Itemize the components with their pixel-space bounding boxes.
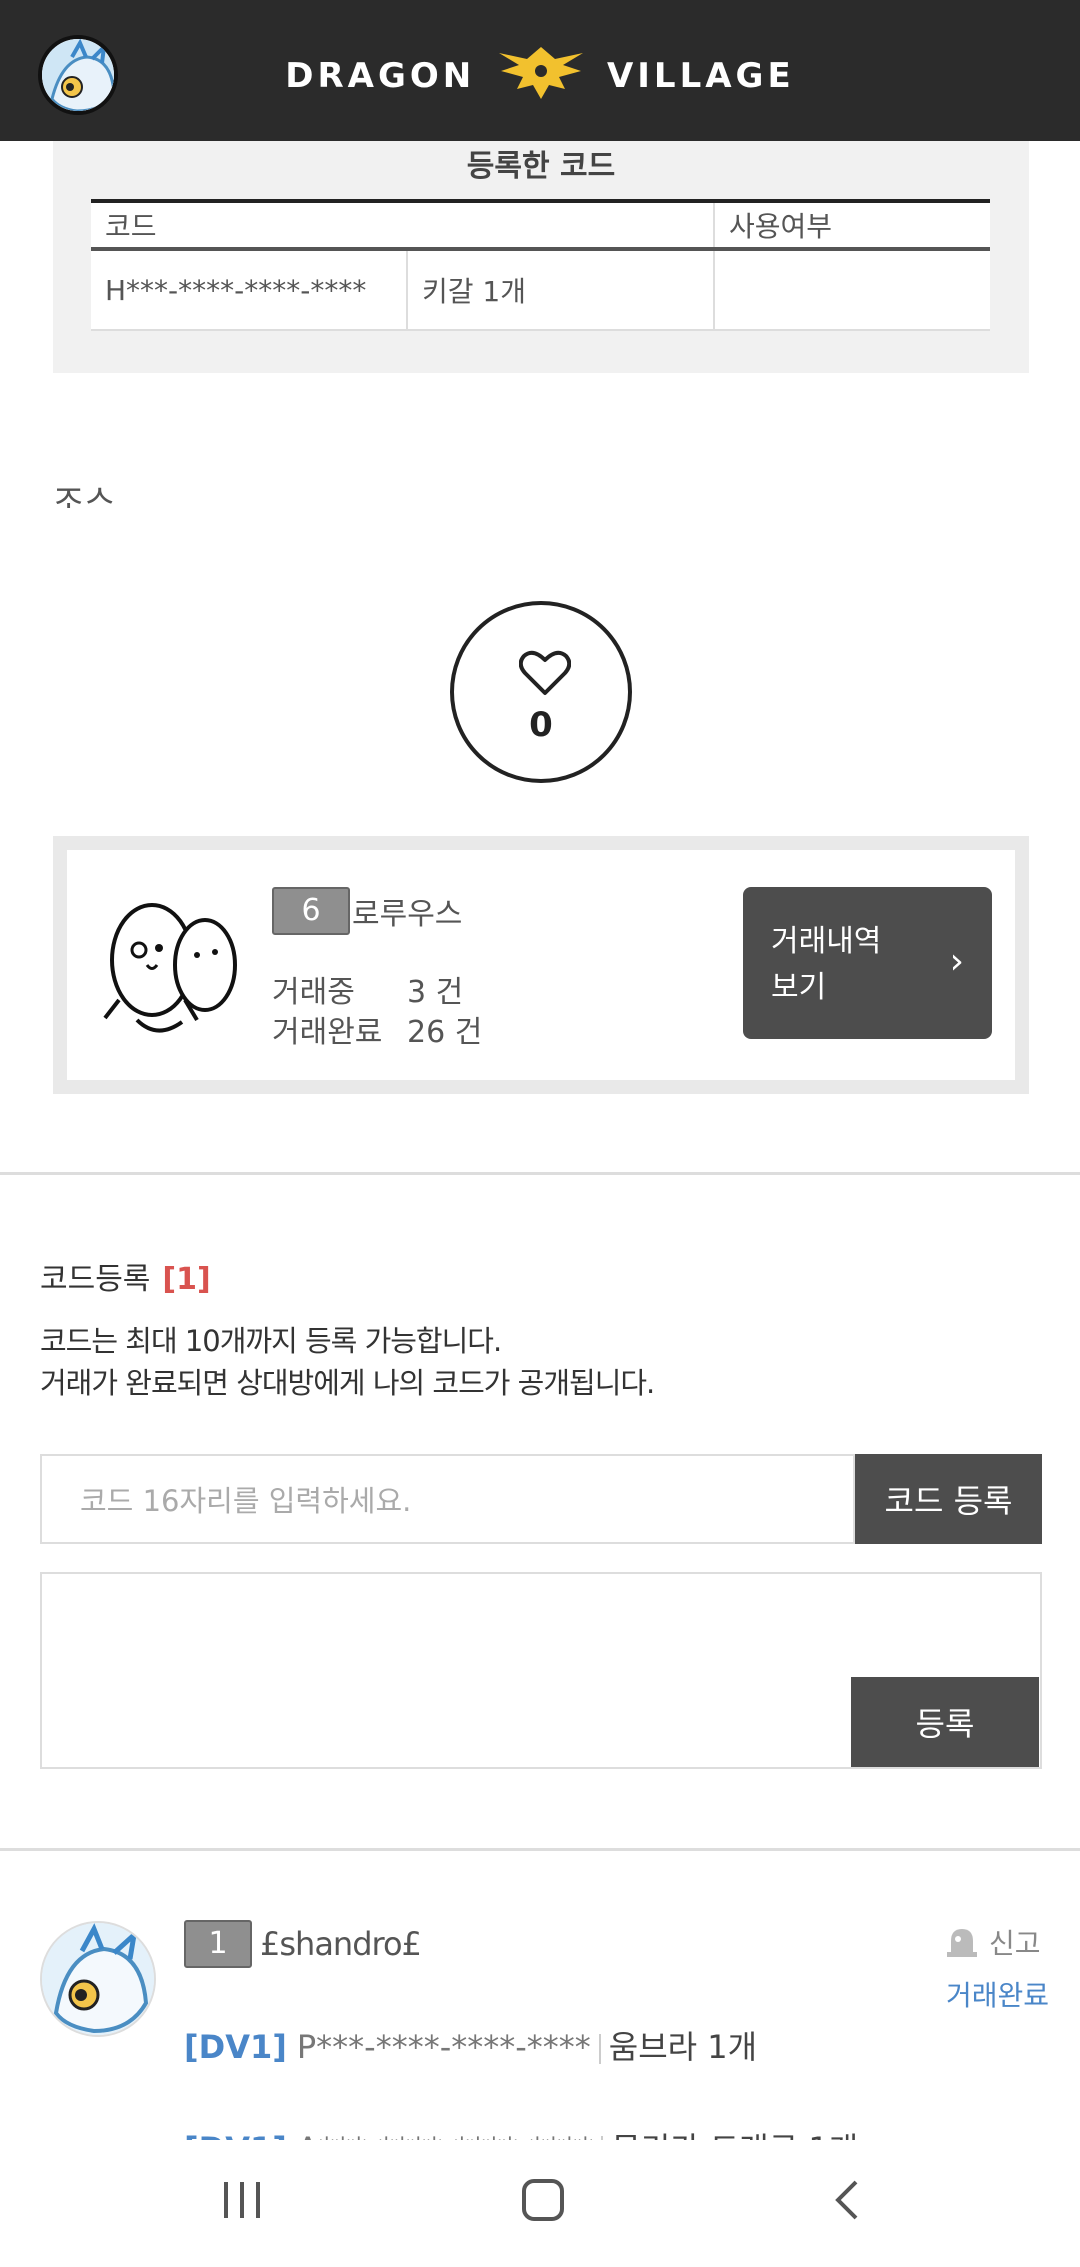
submit-button[interactable]: 등록 (851, 1677, 1039, 1767)
report-button[interactable]: 신고 (945, 1922, 1041, 1962)
code-register-button[interactable]: 코드 등록 (855, 1454, 1042, 1544)
code-input[interactable]: 코드 16자리를 입력하세요. (40, 1454, 855, 1544)
like-button[interactable]: 0 (450, 601, 632, 783)
item-cell: 키갈 1개 (408, 251, 715, 329)
trader-name-line: 6 로루우스 (272, 887, 462, 935)
siren-icon (947, 1929, 977, 1957)
app-header: DRAGON VILLAGE (0, 0, 1080, 141)
trade-history-button[interactable]: 거래내역 보기 › (743, 887, 992, 1039)
divider (0, 1172, 1080, 1175)
commenter-head: 1 £shandro£ (184, 1920, 422, 1968)
trader-card: 6 로루우스 거래중 3 건 거래완료 26 건 거래내역 보기 › (53, 836, 1029, 1094)
home-icon[interactable] (521, 2178, 565, 2222)
dragon-village-logo[interactable]: DRAGON VILLAGE (0, 45, 1080, 110)
trading-value: 3 건 (407, 975, 464, 1010)
logo-text-right: VILLAGE (606, 56, 795, 96)
registered-codes-panel: 등록한 코드 코드 사용여부 H***-****-****-**** 키갈 1개 (53, 141, 1029, 373)
column-header-used: 사용여부 (729, 210, 833, 243)
table-row: H***-****-****-**** 키갈 1개 (91, 251, 990, 331)
heart-icon (519, 650, 571, 695)
back-icon[interactable] (832, 2178, 862, 2222)
table-header-row: 코드 사용여부 (91, 203, 990, 251)
section-heading-partial: 조스 (53, 483, 116, 508)
code-register-count: [1] (162, 1262, 211, 1297)
code-register-title: 코드등록 [1] (40, 1254, 211, 1298)
commenter-avatar[interactable] (40, 1921, 156, 2037)
chevron-right-icon: › (949, 941, 964, 982)
description-line-2: 거래가 완료되면 상대방에게 나의 코드가 공개됩니다. (40, 1366, 655, 1400)
logo-text-left: DRAGON (285, 56, 476, 96)
masked-code: P***-****-****-**** (296, 2028, 591, 2066)
column-header-code: 코드 (91, 203, 715, 247)
code-register-description: 코드는 최대 10개까지 등록 가능합니다. 거래가 완료되면 상대방에게 나의… (40, 1320, 655, 1404)
item-name: 움브라 1개 (608, 2028, 758, 2066)
trader-avatar (97, 890, 247, 1045)
trader-name[interactable]: 로루우스 (352, 889, 462, 933)
trade-status: 거래완료 (946, 1979, 1050, 2012)
completed-stat: 거래완료 26 건 (272, 1007, 482, 1051)
trading-stat: 거래중 3 건 (272, 967, 463, 1011)
separator (598, 2034, 601, 2064)
trading-label: 거래중 (272, 975, 355, 1010)
divider (0, 1848, 1080, 1851)
registered-codes-table: 코드 사용여부 H***-****-****-**** 키갈 1개 (91, 199, 990, 331)
completed-label: 거래완료 (272, 1015, 383, 1050)
commenter-name[interactable]: £shandro£ (260, 1925, 422, 1963)
code-register-label: 코드등록 (40, 1262, 151, 1297)
registered-codes-title: 등록한 코드 (466, 149, 616, 184)
server-tag: [DV1] (184, 2028, 287, 2066)
report-label: 신고 (989, 1927, 1041, 1960)
system-navigation-bar (0, 2140, 1080, 2267)
level-badge: 1 (184, 1920, 252, 1968)
wing-logo-icon (497, 45, 585, 110)
recent-apps-icon[interactable] (222, 2178, 262, 2222)
used-cell (715, 251, 990, 329)
level-badge: 6 (272, 887, 350, 935)
description-line-1: 코드는 최대 10개까지 등록 가능합니다. (40, 1324, 502, 1358)
like-count: 0 (529, 705, 553, 745)
completed-value: 26 건 (407, 1015, 483, 1050)
comment-code-line: [DV1] P***-****-****-**** 움브라 1개 (184, 2022, 757, 2068)
code-cell: H***-****-****-**** (91, 251, 408, 329)
